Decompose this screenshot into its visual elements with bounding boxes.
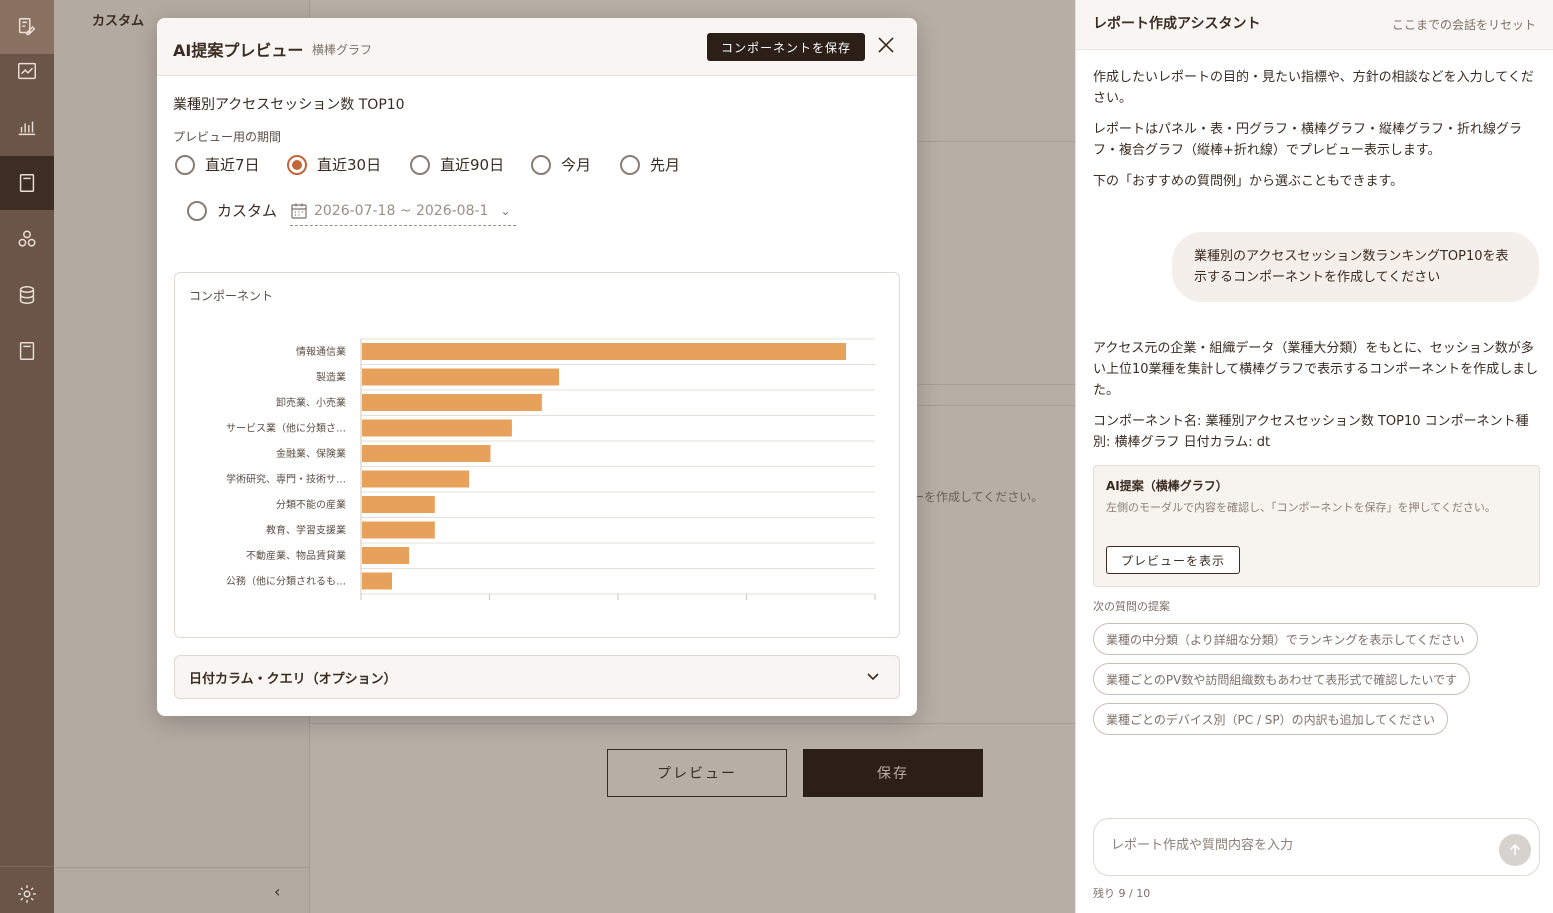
horizontal-bar-chart: 情報通信業製造業卸売業、小売業サービス業（他に分類さ… 金融業、保険業学術研究、専… [226, 338, 876, 600]
modal-subtitle: 横棒グラフ [312, 43, 373, 57]
close-icon[interactable] [875, 34, 897, 56]
category-label: 情報通信業 [296, 345, 346, 358]
bar-6 [362, 470, 470, 488]
preview-button[interactable]: プレビュー [607, 749, 787, 797]
user-message: 業種別のアクセスセッション数ランキングTOP10を表示するコンポーネントを作成し… [1172, 232, 1539, 302]
bar-9 [362, 547, 410, 564]
next-question-label: 次の質問の提案 [1093, 600, 1170, 613]
reset-conversation-link[interactable]: ここまでの会話をリセット [1392, 16, 1536, 33]
component-name: 業種別アクセスセッション数 TOP10 [173, 97, 405, 113]
radio-label: 直近30日 [317, 156, 382, 174]
category-label: サービス業（他に分類さ… [226, 422, 346, 435]
sub-nav-title: カスタム [92, 14, 145, 29]
save-button[interactable]: 保存 [803, 749, 983, 797]
save-component-button[interactable]: コンポーネントを保存 [707, 33, 866, 61]
chevron-down-icon[interactable] [865, 668, 881, 684]
remaining-count: 残り 9 / 10 [1093, 887, 1151, 900]
component-preview-box: コンポーネント 情報通信業製造業卸売業、小売業サービス業（他に分類さ… 金融業、保… [174, 272, 900, 638]
category-label: 分類不能の産業 [276, 498, 346, 511]
chat-input-placeholder: レポート作成や質問内容を入力 [1111, 838, 1294, 853]
ai-suggestion-card: AI提案（横棒グラフ） 左側のモーダルで内容を確認し、「コンポーネントを保存」を… [1093, 465, 1540, 587]
accordion-label: 日付カラム・クエリ（オプション） [189, 671, 397, 687]
radio-circle[interactable] [531, 154, 551, 175]
category-label: 卸売業、小売業 [276, 396, 346, 409]
page-icon[interactable] [0, 324, 54, 378]
line-chart-icon[interactable] [0, 44, 54, 98]
date-column-query-accordion[interactable]: 日付カラム・クエリ（オプション） [174, 655, 900, 699]
radio-circle-selected[interactable] [287, 154, 307, 175]
ai-card-title: AI提案（横棒グラフ） [1106, 479, 1228, 493]
radio-circle[interactable] [187, 200, 207, 221]
ai-message-2: コンポーネント名: 業種別アクセスセッション数 TOP10 コンポーネント種別:… [1093, 414, 1529, 450]
modal-header: AI提案プレビュー 横棒グラフ コンポーネントを保存 [157, 18, 917, 76]
background-hint-text: ーを作成してください。 [912, 490, 1044, 504]
chevron-down-icon[interactable]: ⌄ [500, 204, 510, 218]
bar-2 [362, 368, 560, 386]
arrow-up-icon [1509, 843, 1521, 855]
assistant-panel: レポート作成アシスタント ここまでの会話をリセット 作成したいレポートの目的・見… [1075, 0, 1553, 913]
bar-7 [362, 496, 435, 513]
category-label: 不動産業、物品賃貸業 [246, 549, 346, 562]
bar-chart-icon[interactable] [0, 100, 54, 154]
radio-last-30-days[interactable]: 直近30日 [287, 154, 381, 175]
category-label: 公務（他に分類されるも… [226, 575, 346, 588]
intro-text-3: 下の「おすすめの質問例」から選ぶこともできます。 [1093, 174, 1404, 189]
ai-card-description: 左側のモーダルで内容を確認し、「コンポーネントを保存」を押してください。 [1106, 501, 1496, 514]
assistant-header: レポート作成アシスタント ここまでの会話をリセット [1076, 0, 1553, 50]
radio-label: 直近90日 [440, 156, 505, 174]
bar-10 [362, 572, 392, 590]
bar-5 [362, 445, 491, 462]
intro-text-2: レポートはパネル・表・円グラフ・横棒グラフ・縦棒グラフ・折れ線グラフ・複合グラフ… [1093, 122, 1523, 158]
bar-8 [362, 521, 435, 539]
period-label: プレビュー用の期間 [173, 130, 282, 144]
database-icon[interactable] [0, 268, 54, 322]
radio-label: カスタム [217, 202, 278, 220]
suggestion-chip[interactable]: 業種ごとのデバイス別（PC / SP）の内訳も追加してください [1093, 703, 1448, 735]
intro-text-1: 作成したいレポートの目的・見たい指標や、方針の相談などを入力してください。 [1093, 70, 1534, 106]
suggestion-chip[interactable]: 業種ごとのPV数や訪問組織数もあわせて表形式で確認したいです [1093, 663, 1470, 695]
date-range-value: 2026-07-18 ~ 2026-08-1 [314, 202, 489, 219]
category-label: 製造業 [316, 371, 346, 384]
bar-3 [362, 394, 542, 411]
radio-last-month[interactable]: 先月 [620, 154, 680, 175]
category-label: 金融業、保険業 [276, 447, 346, 460]
radio-circle[interactable] [175, 154, 195, 175]
radio-label: 今月 [561, 156, 592, 174]
ai-preview-modal: AI提案プレビュー 横棒グラフ コンポーネントを保存 業種別アクセスセッション数… [157, 18, 917, 716]
sub-nav-footer [54, 867, 310, 913]
send-button[interactable] [1499, 834, 1531, 866]
radio-last-90-days[interactable]: 直近90日 [410, 154, 504, 175]
radio-circle[interactable] [620, 154, 640, 175]
category-label: 学術研究、専門・技術サ… [226, 473, 346, 486]
radio-circle[interactable] [410, 154, 430, 175]
chevron-left-icon[interactable]: ‹ [274, 882, 280, 901]
gear-icon[interactable] [0, 866, 54, 913]
component-box-label: コンポーネント [189, 289, 274, 303]
category-label: 教育、学習支援業 [266, 524, 346, 537]
radio-label: 先月 [650, 156, 681, 174]
icon-rail [0, 0, 54, 913]
document-icon[interactable] [0, 156, 54, 210]
radio-this-month[interactable]: 今月 [531, 154, 591, 175]
radio-custom[interactable]: カスタム [187, 200, 277, 221]
radio-label: 直近7日 [205, 156, 260, 174]
radio-last-7-days[interactable]: 直近7日 [175, 154, 260, 175]
calendar-icon [291, 203, 307, 219]
modal-title: AI提案プレビュー [173, 41, 304, 60]
suggestion-chip[interactable]: 業種の中分類（より詳細な分類）でランキングを表示してください [1093, 623, 1478, 655]
bar-1 [362, 343, 847, 360]
date-range-picker[interactable]: 2026-07-18 ~ 2026-08-1 ⌄ [290, 196, 516, 226]
show-preview-button[interactable]: プレビューを表示 [1106, 546, 1240, 574]
ai-message-1: アクセス元の企業・組織データ（業種大分類）をもとに、セッション数が多い上位10業… [1093, 341, 1539, 398]
divider [310, 723, 1075, 724]
network-icon[interactable] [0, 212, 54, 266]
bar-4 [362, 419, 512, 437]
assistant-title: レポート作成アシスタント [1093, 16, 1261, 32]
chat-input[interactable]: レポート作成や質問内容を入力 [1093, 818, 1540, 876]
